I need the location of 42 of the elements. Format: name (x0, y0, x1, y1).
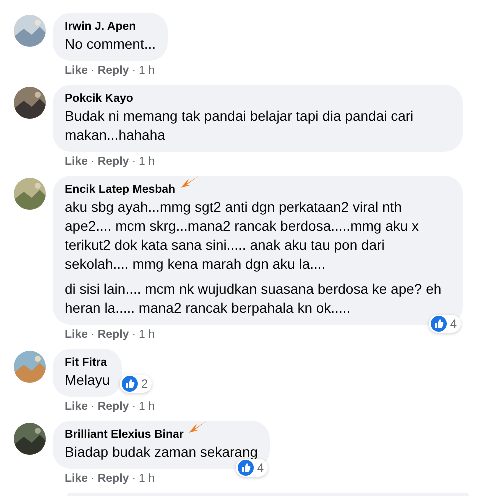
thumbs-up-icon (238, 460, 254, 476)
comment-text: Melayu (65, 371, 110, 390)
author-name[interactable]: Irwin J. Apen (65, 20, 136, 35)
author-name[interactable]: Pokcik Kayo (65, 92, 134, 107)
separator-dot: · (91, 400, 95, 415)
separator-dot: · (91, 64, 95, 79)
separator-dot: · (132, 400, 136, 415)
action-link[interactable]: Reply (98, 63, 130, 79)
separator-dot: · (132, 472, 136, 487)
separator-dot: · (132, 328, 136, 343)
separator-dot: · (91, 328, 95, 343)
comment-text: No comment... (65, 35, 156, 54)
timestamp: 1 h (139, 400, 156, 415)
comment-text: aku sbg ayah...mmg sgt2 anti dgn perkataan2 viral nth ape2.... mcm skrg...mana2 rancak berdosa.....mmg aku x terikut2 dok kata sana sini..... anak aku tau pon dari sekolah.... mmg kena marah dgn aku la.... (65, 198, 420, 274)
reaction-count[interactable]: 2 (120, 375, 152, 393)
separator-dot: · (132, 155, 136, 170)
separator-dot: · (91, 472, 95, 487)
author-name[interactable]: Brilliant Elexius Binar (65, 428, 184, 443)
separator-dot: · (132, 64, 136, 79)
separator-dot: · (91, 155, 95, 170)
reaction-count[interactable]: 4 (429, 315, 461, 333)
author-name[interactable]: Encik Latep Mesbah (65, 183, 176, 198)
action-link[interactable]: Reply (98, 471, 130, 487)
timestamp: 1 h (139, 472, 156, 487)
comment-text: Biadap budak zaman sekarang (65, 443, 258, 462)
action-link[interactable]: Like (65, 63, 88, 79)
reaction-count[interactable]: 4 (236, 459, 268, 477)
timestamp: 1 h (139, 328, 156, 343)
action-link[interactable]: Reply (98, 327, 130, 343)
action-link[interactable]: Like (65, 471, 88, 487)
timestamp: 1 h (139, 64, 156, 79)
action-link[interactable]: Reply (98, 399, 130, 415)
comment-text: Budak ni memang tak pandai belajar tapi dia pandai cari makan...hahaha (65, 107, 415, 145)
action-link[interactable]: Like (65, 327, 88, 343)
thumbs-up-icon (122, 376, 138, 392)
author-name[interactable]: Fit Fitra (65, 356, 108, 371)
thumbs-up-icon (431, 316, 448, 332)
action-link[interactable]: Reply (98, 154, 130, 170)
timestamp: 1 h (139, 155, 156, 170)
action-link[interactable]: Like (65, 154, 88, 170)
action-link[interactable]: Like (65, 399, 88, 415)
comment-text: di sisi lain.... mcm nk wujudkan suasana berdosa ke ape? eh heran la..... mana2 rancak berpahala kn ok..... (65, 280, 443, 318)
